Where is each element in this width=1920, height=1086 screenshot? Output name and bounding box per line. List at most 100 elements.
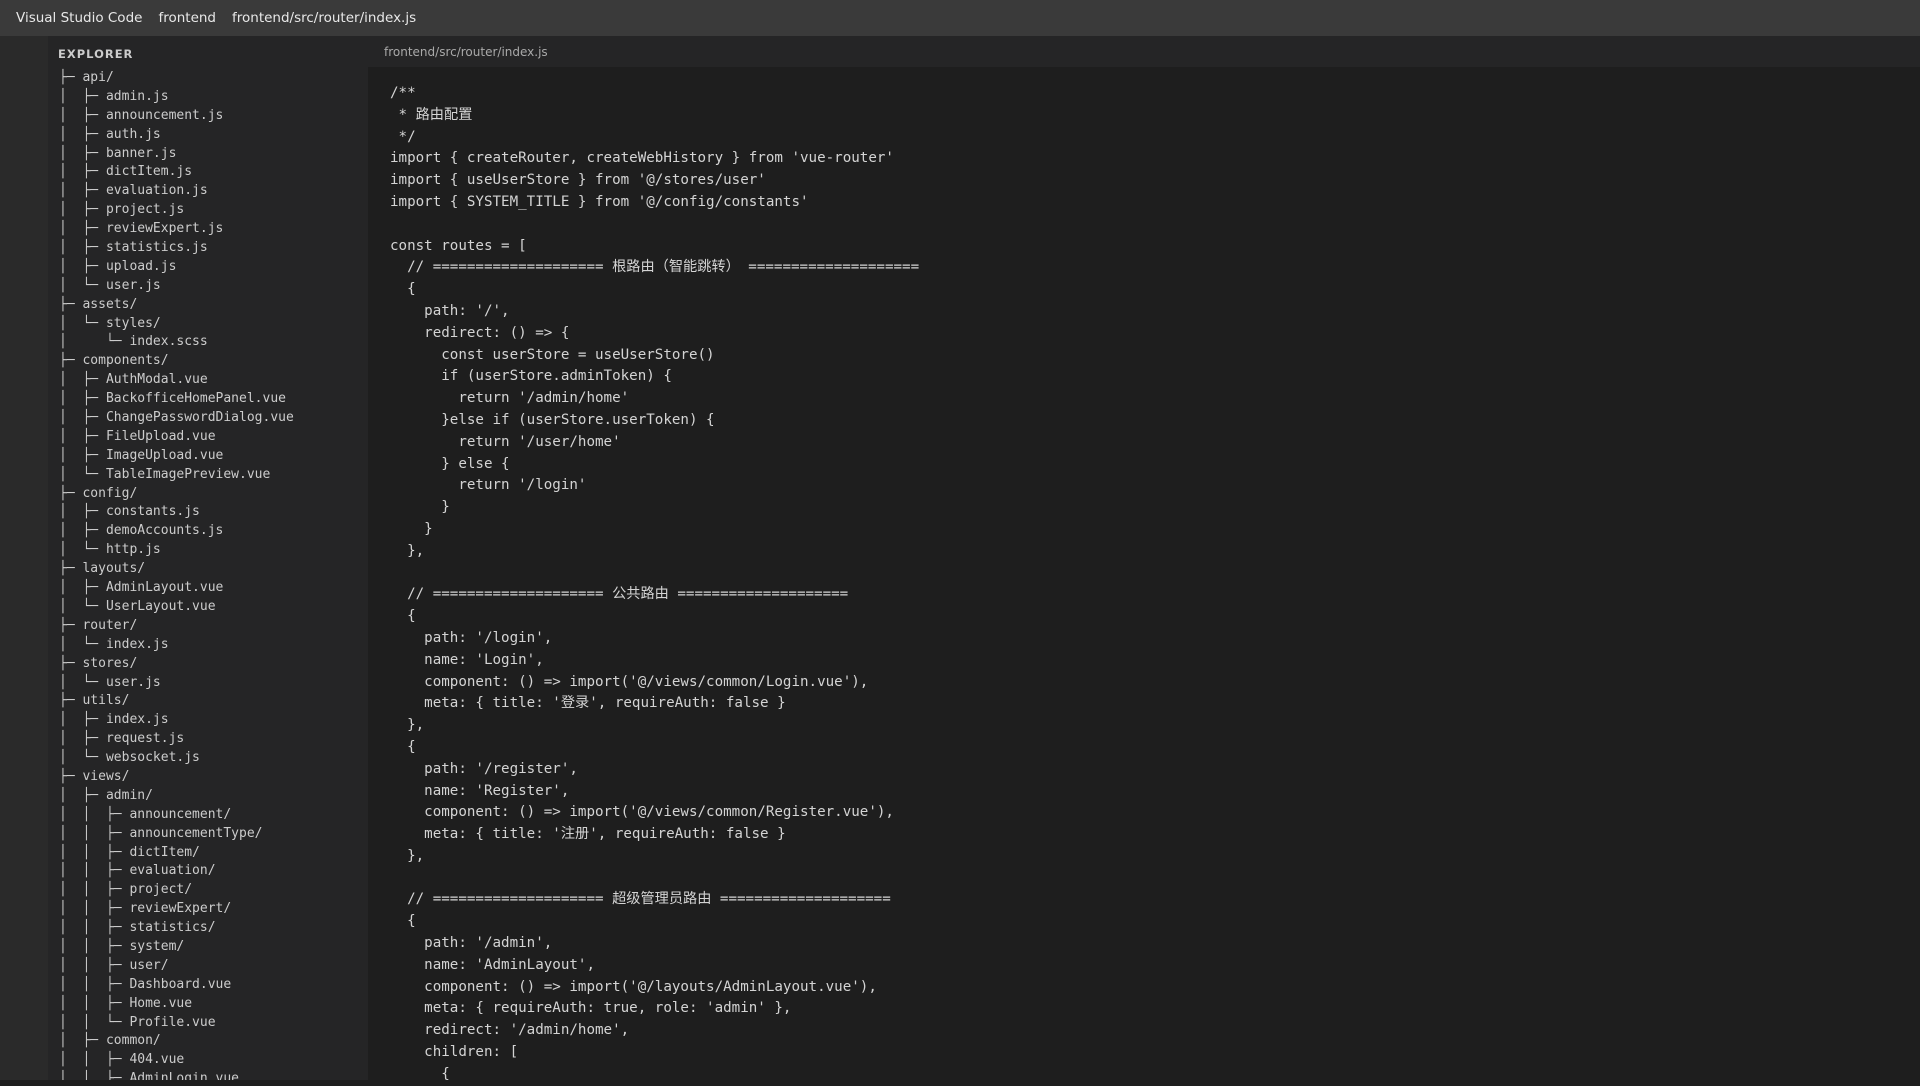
tree-item[interactable]: │ ├─ statistics.js bbox=[59, 239, 294, 258]
tree-item[interactable]: │ │ ├─ announcementType/ bbox=[59, 825, 294, 844]
tree-item[interactable]: │ └─ TableImagePreview.vue bbox=[59, 466, 294, 485]
explorer-sidebar: EXPLORER ├─ api/│ ├─ admin.js │ ├─ announ… bbox=[48, 36, 368, 1080]
app-name: Visual Studio Code bbox=[16, 10, 143, 26]
tree-item[interactable]: │ ├─ demoAccounts.js bbox=[59, 522, 294, 541]
code-line: } bbox=[390, 520, 433, 537]
tree-item[interactable]: │ └─ user.js bbox=[59, 277, 294, 296]
tree-item[interactable]: │ ├─ ChangePasswordDialog.vue bbox=[59, 409, 294, 428]
tree-item[interactable]: │ └─ http.js bbox=[59, 541, 294, 560]
tree-item[interactable]: │ │ ├─ project/ bbox=[59, 881, 294, 900]
tree-item[interactable]: │ └─ websocket.js bbox=[59, 749, 294, 768]
code-line: { bbox=[390, 913, 416, 930]
tree-item[interactable]: ├─ stores/ bbox=[59, 655, 294, 674]
code-line: meta: { title: '注册', requireAuth: false … bbox=[390, 826, 786, 843]
tree-item[interactable]: │ └─ index.scss bbox=[59, 333, 294, 352]
code-line: import { useUserStore } from '@/stores/u… bbox=[390, 172, 766, 189]
code-line: import { createRouter, createWebHistory … bbox=[390, 150, 894, 167]
tree-item[interactable]: ├─ api/ bbox=[59, 69, 294, 88]
code-line: }else if (userStore.userToken) { bbox=[390, 411, 715, 428]
tree-item[interactable]: │ └─ UserLayout.vue bbox=[59, 598, 294, 617]
code-line: component: () => import('@/views/common/… bbox=[390, 673, 869, 690]
file-tree: ├─ api/│ ├─ admin.js │ ├─ announcement.js… bbox=[59, 69, 294, 1080]
breadcrumb[interactable]: frontend/src/router/index.js bbox=[384, 45, 548, 59]
activity-bar bbox=[0, 36, 48, 1080]
open-file-path: frontend/src/router/index.js bbox=[232, 10, 417, 26]
tree-item[interactable]: ├─ assets/ bbox=[59, 296, 294, 315]
code-line: // ==================== 根路由（智能跳转） ======… bbox=[390, 259, 920, 276]
code-line: { bbox=[390, 738, 416, 755]
tree-item[interactable]: │ ├─ admin.js bbox=[59, 88, 294, 107]
code-line: }, bbox=[390, 717, 425, 734]
tree-item[interactable]: │ ├─ AuthModal.vue bbox=[59, 371, 294, 390]
tree-item[interactable]: │ ├─ index.js bbox=[59, 711, 294, 730]
tree-item[interactable]: │ │ └─ Profile.vue bbox=[59, 1014, 294, 1033]
tree-item[interactable]: ├─ views/ bbox=[59, 768, 294, 787]
tree-item[interactable]: │ ├─ BackofficeHomePanel.vue bbox=[59, 390, 294, 409]
editor-tab-bar: frontend/src/router/index.js bbox=[368, 36, 1920, 67]
tree-item[interactable]: │ ├─ AdminLayout.vue bbox=[59, 579, 294, 598]
code-line: name: 'Login', bbox=[390, 651, 544, 668]
tree-item[interactable]: │ ├─ reviewExpert.js bbox=[59, 220, 294, 239]
tree-item[interactable]: ├─ config/ bbox=[59, 485, 294, 504]
code-line: */ bbox=[390, 128, 416, 145]
tree-item[interactable]: │ ├─ banner.js bbox=[59, 145, 294, 164]
tree-item[interactable]: │ └─ index.js bbox=[59, 636, 294, 655]
tree-item[interactable]: │ │ ├─ Home.vue bbox=[59, 995, 294, 1014]
code-line: }, bbox=[390, 542, 425, 559]
tree-item[interactable]: ├─ components/ bbox=[59, 352, 294, 371]
tree-item[interactable]: │ └─ styles/ bbox=[59, 315, 294, 334]
tree-item[interactable]: │ ├─ upload.js bbox=[59, 258, 294, 277]
tree-item[interactable]: │ │ ├─ dictItem/ bbox=[59, 844, 294, 863]
tree-item[interactable]: │ │ ├─ 404.vue bbox=[59, 1051, 294, 1070]
code-line: return '/user/home' bbox=[390, 433, 621, 450]
tree-item[interactable]: │ ├─ constants.js bbox=[59, 503, 294, 522]
title-bar: Visual Studio Code frontend frontend/src… bbox=[0, 0, 1920, 36]
code-line: if (userStore.adminToken) { bbox=[390, 368, 672, 385]
code-line: { bbox=[390, 608, 416, 625]
tree-item[interactable]: │ ├─ common/ bbox=[59, 1032, 294, 1051]
tree-item[interactable]: ├─ router/ bbox=[59, 617, 294, 636]
code-line: name: 'AdminLayout', bbox=[390, 956, 595, 973]
tree-item[interactable]: │ ├─ announcement.js bbox=[59, 107, 294, 126]
code-view[interactable]: /** * 路由配置 */ import { createRouter, crea… bbox=[390, 83, 919, 1086]
tree-item[interactable]: │ │ ├─ reviewExpert/ bbox=[59, 900, 294, 919]
tree-item[interactable]: │ ├─ admin/ bbox=[59, 787, 294, 806]
code-line: redirect: '/admin/home', bbox=[390, 1022, 630, 1039]
tree-item[interactable]: │ ├─ FileUpload.vue bbox=[59, 428, 294, 447]
tree-item[interactable]: │ ├─ project.js bbox=[59, 201, 294, 220]
tree-item[interactable]: │ │ ├─ evaluation/ bbox=[59, 862, 294, 881]
code-line: /** bbox=[390, 85, 416, 101]
tree-item[interactable]: ├─ utils/ bbox=[59, 692, 294, 711]
workspace-folder[interactable]: frontend bbox=[158, 10, 216, 26]
tree-item[interactable]: │ │ ├─ announcement/ bbox=[59, 806, 294, 825]
code-line: path: '/admin', bbox=[390, 935, 553, 952]
code-line: } bbox=[390, 499, 450, 516]
code-line: } else { bbox=[390, 455, 510, 472]
tree-item[interactable]: │ ├─ evaluation.js bbox=[59, 182, 294, 201]
tree-item[interactable]: │ │ ├─ user/ bbox=[59, 957, 294, 976]
code-line: component: () => import('@/layouts/Admin… bbox=[390, 978, 877, 995]
tree-item[interactable]: │ ├─ auth.js bbox=[59, 126, 294, 145]
code-line: import { SYSTEM_TITLE } from '@/config/c… bbox=[390, 193, 809, 210]
tree-item[interactable]: │ │ ├─ system/ bbox=[59, 938, 294, 957]
code-line: { bbox=[390, 1065, 450, 1082]
tree-item[interactable]: │ │ ├─ AdminLogin.vue bbox=[59, 1070, 294, 1080]
tree-item[interactable]: │ └─ user.js bbox=[59, 674, 294, 693]
tree-item[interactable]: │ ├─ request.js bbox=[59, 730, 294, 749]
code-line: redirect: () => { bbox=[390, 324, 570, 341]
code-line: return '/login' bbox=[390, 477, 587, 494]
tree-item[interactable]: │ ├─ ImageUpload.vue bbox=[59, 447, 294, 466]
code-line: // ==================== 公共路由 ===========… bbox=[390, 586, 849, 603]
tree-item[interactable]: │ │ ├─ statistics/ bbox=[59, 919, 294, 938]
code-line: const routes = [ bbox=[390, 237, 527, 254]
tree-item[interactable]: ├─ layouts/ bbox=[59, 560, 294, 579]
code-line: children: [ bbox=[390, 1044, 519, 1061]
code-line: { bbox=[390, 281, 416, 298]
code-line: path: '/', bbox=[390, 302, 510, 319]
explorer-title: EXPLORER bbox=[58, 47, 134, 61]
code-line: return '/admin/home' bbox=[390, 390, 630, 407]
tree-item[interactable]: │ ├─ dictItem.js bbox=[59, 163, 294, 182]
tree-item[interactable]: │ │ ├─ Dashboard.vue bbox=[59, 976, 294, 995]
